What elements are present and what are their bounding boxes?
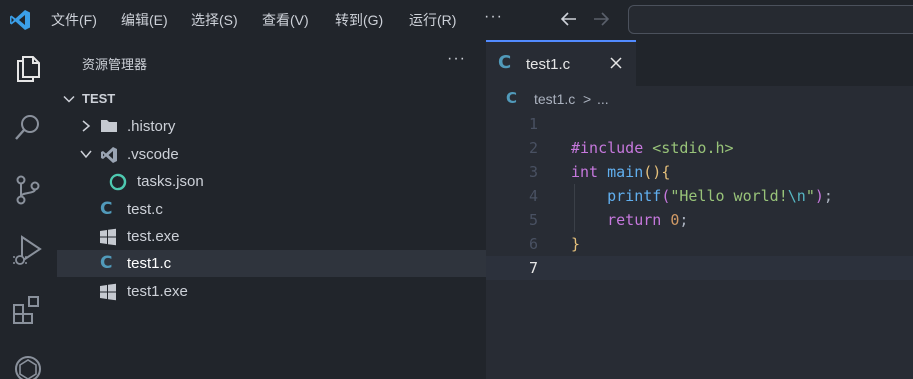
run-debug-icon[interactable] (10, 232, 46, 268)
code-token: return (607, 211, 662, 229)
tree-item-tasks-json[interactable]: tasks.json (57, 168, 486, 195)
code-token: printf (607, 187, 662, 205)
tree-item-test-exe[interactable]: test.exe (57, 223, 486, 250)
chevron-right-icon (82, 120, 91, 132)
tree-item-history[interactable]: .history (57, 113, 486, 140)
activity-bar (0, 40, 57, 379)
breadcrumb: C test1.c > ... (486, 86, 913, 112)
sidebar-more-icon[interactable]: ··· (447, 50, 466, 68)
c-file-icon: C (100, 199, 113, 219)
back-arrow-icon[interactable] (558, 8, 580, 30)
line-number: 3 (528, 163, 538, 181)
tree-item-vscode[interactable]: .vscode (57, 141, 486, 168)
c-file-icon: C (506, 89, 518, 107)
code-token: main (607, 163, 644, 181)
code-token: int (571, 163, 599, 181)
code-token: { (661, 163, 671, 181)
code-token: <stdio.h> (652, 139, 734, 157)
breadcrumb-separator: > (583, 91, 592, 107)
tab-test1-c[interactable]: C test1.c (486, 40, 636, 86)
tab-label: test1.c (526, 56, 571, 73)
explorer-sidebar: 资源管理器 ··· TEST .history .vscode tasks.js… (57, 40, 486, 379)
tree-item-test-c[interactable]: C test.c (57, 196, 486, 223)
sidebar-title: 资源管理器 (82, 57, 148, 72)
chevron-down-icon (63, 95, 75, 103)
code-line[interactable]: 1 (486, 112, 913, 136)
code-token: "Hello world! (670, 187, 788, 205)
menu-view[interactable]: 查看(V) (262, 10, 309, 30)
vscode-logo-icon (10, 10, 30, 30)
folder-header[interactable]: TEST (57, 88, 486, 110)
windows-icon (100, 228, 116, 246)
vscode-folder-icon (101, 147, 117, 163)
tab-strip: C test1.c (486, 40, 913, 86)
code-line[interactable]: 2 #include <stdio.h> (486, 136, 913, 160)
code-token: #include (571, 139, 644, 157)
forward-arrow-icon[interactable] (590, 8, 612, 30)
editor-area: C test1.c C test1.c > ... 1 2 #include <… (486, 40, 913, 379)
folder-icon (101, 120, 117, 132)
c-file-icon: C (100, 253, 113, 273)
code-token: ) (814, 187, 824, 205)
code-line-current[interactable]: 7 (486, 256, 913, 280)
code-line[interactable]: 3 int main(){ (486, 160, 913, 184)
line-number: 2 (528, 139, 538, 157)
menu-selection[interactable]: 选择(S) (191, 10, 238, 30)
search-icon[interactable] (10, 110, 46, 146)
chevron-down-icon (80, 150, 92, 159)
line-number: 6 (528, 235, 538, 253)
c-file-icon: C (498, 52, 512, 73)
source-control-icon[interactable] (10, 172, 46, 208)
code-token: () (643, 163, 662, 181)
json-icon (109, 173, 127, 191)
breadcrumb-file[interactable]: test1.c (534, 91, 575, 107)
chatgpt-icon[interactable] (10, 350, 46, 379)
code-token: } (571, 235, 581, 253)
extensions-icon[interactable] (10, 292, 46, 328)
command-center-search[interactable] (628, 5, 913, 34)
code-line[interactable]: 4 printf("Hello world!\n"); (486, 184, 913, 208)
menu-goto[interactable]: 转到(G) (335, 10, 383, 30)
menu-file[interactable]: 文件(F) (51, 10, 97, 30)
code-line[interactable]: 5 return 0; (486, 208, 913, 232)
line-number: 5 (528, 211, 538, 229)
explorer-icon[interactable] (10, 50, 46, 86)
tree-item-label: test1.exe (127, 283, 188, 300)
breadcrumb-symbols[interactable]: ... (597, 91, 609, 107)
close-icon[interactable] (608, 55, 624, 71)
menu-edit[interactable]: 编辑(E) (121, 10, 168, 30)
code-token: " (805, 187, 815, 205)
menu-more-icon[interactable]: ··· (484, 8, 503, 26)
tree-item-label: .history (127, 118, 176, 135)
tree-item-label: tasks.json (137, 173, 204, 190)
code-token: ; (823, 187, 833, 205)
line-number: 7 (528, 259, 538, 277)
tree-item-test1-c[interactable]: C test1.c (57, 250, 486, 277)
menu-run[interactable]: 运行(R) (409, 10, 456, 30)
tree-item-label: test.c (127, 201, 163, 218)
tree-item-test1-exe[interactable]: test1.exe (57, 278, 486, 305)
line-number: 1 (528, 115, 538, 133)
windows-icon (100, 283, 116, 301)
tree-item-label: test.exe (127, 228, 180, 245)
tree-item-label: .vscode (127, 146, 179, 163)
code-token: ; (679, 211, 689, 229)
code-token: ( (661, 187, 671, 205)
tree-item-label: test1.c (127, 255, 172, 272)
code-token: \n (787, 187, 806, 205)
folder-name: TEST (82, 91, 116, 106)
line-number: 4 (528, 187, 538, 205)
code-line[interactable]: 6 } (486, 232, 913, 256)
title-bar: 文件(F) 编辑(E) 选择(S) 查看(V) 转到(G) 运行(R) ··· (0, 0, 913, 40)
